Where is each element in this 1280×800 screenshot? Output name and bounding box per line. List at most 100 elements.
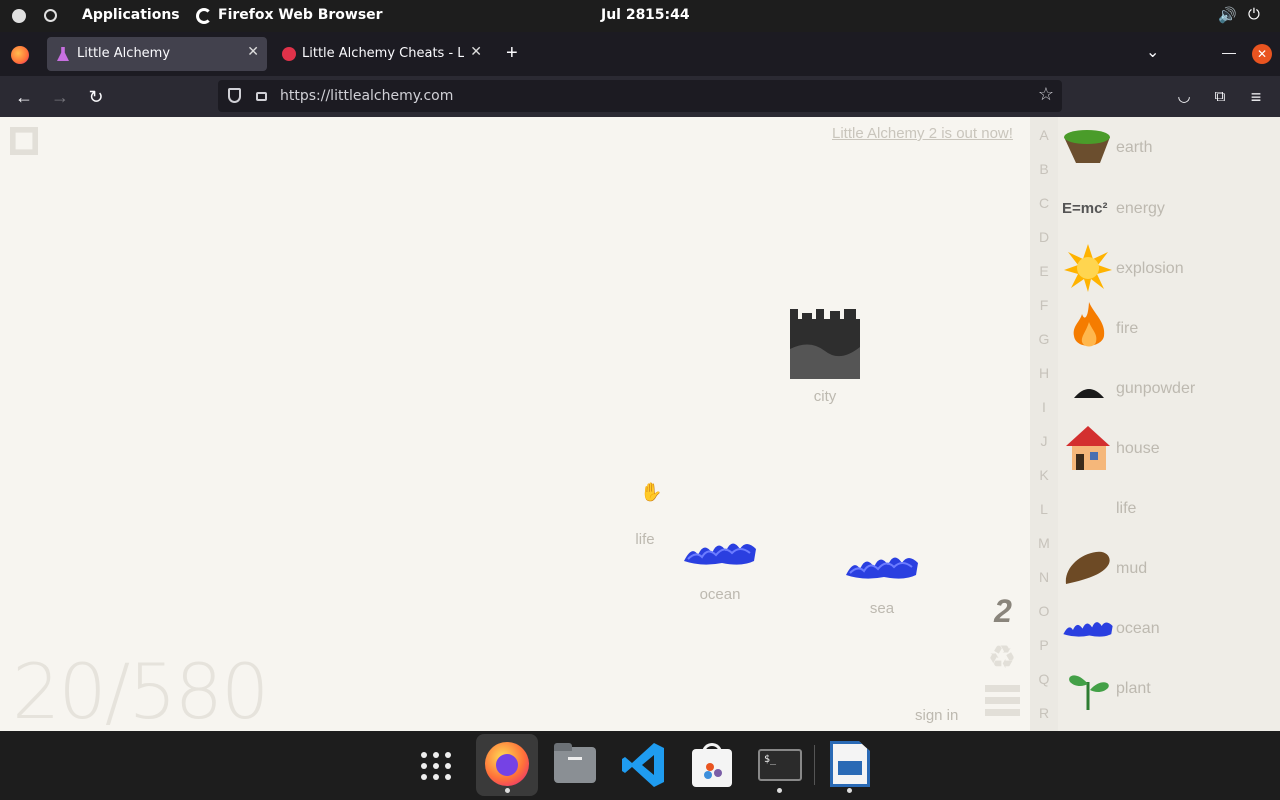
letter-l[interactable]: L bbox=[1030, 501, 1058, 517]
plant-icon bbox=[1069, 675, 1109, 710]
firefox-dock-icon[interactable] bbox=[476, 734, 538, 796]
library-item-gunpowder[interactable]: gunpowder bbox=[1062, 358, 1262, 418]
forward-arrow-icon[interactable]: → bbox=[48, 85, 72, 109]
firefox-menu-icon[interactable] bbox=[11, 46, 29, 64]
files-dock-icon[interactable] bbox=[550, 739, 602, 791]
hamburger-menu-icon[interactable]: ≡ bbox=[1244, 85, 1268, 109]
little-alchemy-page: Little Alchemy 2 is out now! city life o… bbox=[0, 117, 1280, 731]
minimize-icon[interactable]: — bbox=[1222, 44, 1236, 60]
library-item-earth[interactable]: earth bbox=[1062, 117, 1262, 177]
power-icon[interactable]: ⏻ bbox=[1248, 5, 1260, 23]
letter-g[interactable]: G bbox=[1030, 331, 1058, 347]
reload-icon[interactable]: ↻ bbox=[84, 85, 108, 109]
library-item-energy[interactable]: E=mc² energy bbox=[1062, 178, 1262, 238]
url-text[interactable]: https://littlealchemy.com bbox=[280, 88, 453, 104]
close-tab-icon[interactable]: ✕ bbox=[470, 44, 482, 60]
item-label: earth bbox=[1116, 139, 1153, 156]
dock: $_ bbox=[0, 731, 1280, 800]
url-bar[interactable]: https://littlealchemy.com ☆ bbox=[218, 80, 1062, 112]
letter-o[interactable]: O bbox=[1030, 603, 1058, 619]
library-item-house[interactable]: house bbox=[1062, 418, 1262, 478]
letter-r[interactable]: R bbox=[1030, 705, 1058, 721]
tab-label: Little Alchemy bbox=[77, 46, 171, 61]
library-item-mud[interactable]: mud bbox=[1062, 538, 1262, 598]
element-label: city bbox=[813, 388, 837, 405]
item-label: plant bbox=[1116, 680, 1151, 697]
workspace-element-ocean[interactable]: ocean bbox=[682, 535, 758, 603]
new-tab-icon[interactable]: + bbox=[506, 42, 518, 65]
letter-c[interactable]: C bbox=[1030, 195, 1058, 211]
letter-p[interactable]: P bbox=[1030, 637, 1058, 653]
letter-k[interactable]: K bbox=[1030, 467, 1058, 483]
vscode-dock-icon[interactable] bbox=[618, 739, 670, 791]
tracking-shield-icon[interactable] bbox=[228, 88, 241, 103]
terminal-dock-icon[interactable]: $_ bbox=[754, 739, 806, 793]
letter-e[interactable]: E bbox=[1030, 263, 1058, 279]
little-alchemy-logo-icon[interactable] bbox=[10, 127, 38, 155]
letter-b[interactable]: B bbox=[1030, 161, 1058, 177]
mud-icon bbox=[1065, 551, 1110, 584]
close-window-icon[interactable]: ✕ bbox=[1252, 44, 1272, 64]
little-alchemy-2-icon[interactable]: 2 bbox=[984, 593, 1022, 629]
applications-menu[interactable]: Applications bbox=[82, 7, 180, 23]
item-label: mud bbox=[1116, 560, 1148, 577]
lock-icon[interactable] bbox=[256, 92, 267, 101]
item-label: house bbox=[1116, 440, 1160, 457]
bookmark-star-icon[interactable]: ☆ bbox=[1038, 84, 1054, 105]
explosion-icon bbox=[1064, 244, 1112, 292]
workspace-element-life[interactable]: life bbox=[620, 531, 670, 548]
clock-time[interactable]: 15:44 bbox=[645, 7, 690, 23]
activities-dot-icon[interactable] bbox=[12, 9, 26, 23]
recycle-icon[interactable]: ♻ bbox=[984, 639, 1020, 675]
ocean-wave-icon bbox=[684, 543, 756, 565]
sign-in-link[interactable]: sign in bbox=[915, 707, 958, 724]
item-label: life bbox=[1116, 500, 1137, 517]
item-label: fire bbox=[1116, 320, 1139, 337]
system-top-bar: Applications Firefox Web Browser Jul 28 … bbox=[0, 0, 1280, 32]
workspace[interactable]: Little Alchemy 2 is out now! city life o… bbox=[0, 117, 1030, 731]
city-icon bbox=[790, 309, 860, 379]
active-app-name[interactable]: Firefox Web Browser bbox=[218, 7, 383, 23]
firefox-small-icon bbox=[196, 8, 212, 24]
letter-h[interactable]: H bbox=[1030, 365, 1058, 381]
tab-cheats[interactable]: Little Alchemy Cheats - List ✕ bbox=[272, 37, 490, 71]
close-tab-icon[interactable]: ✕ bbox=[247, 44, 259, 60]
workspace-ring-icon[interactable] bbox=[44, 9, 57, 22]
letter-j[interactable]: J bbox=[1030, 433, 1058, 449]
discovered-counter: 20/580 bbox=[12, 647, 269, 731]
letter-q[interactable]: Q bbox=[1030, 671, 1058, 687]
letter-i[interactable]: I bbox=[1030, 399, 1058, 415]
alphabet-index: A B C D E F G H I J K L M N O P Q R bbox=[1030, 117, 1058, 731]
app-center-dock-icon[interactable] bbox=[686, 739, 738, 791]
library-item-life[interactable]: life bbox=[1062, 478, 1262, 538]
show-apps-grid-icon[interactable] bbox=[410, 739, 462, 791]
tab-little-alchemy[interactable]: Little Alchemy ✕ bbox=[47, 37, 267, 71]
workspace-element-sea[interactable]: sea bbox=[844, 549, 920, 617]
volume-icon[interactable]: 🔊 bbox=[1218, 6, 1237, 24]
tab-label: Little Alchemy Cheats - List bbox=[302, 46, 464, 61]
element-label: ocean bbox=[699, 586, 741, 603]
hand-cursor-icon: ✋ bbox=[640, 482, 663, 502]
menu-lines-icon[interactable] bbox=[985, 685, 1020, 719]
gunpowder-icon bbox=[1074, 389, 1104, 398]
list-tabs-chevron-down-icon[interactable]: ⌄ bbox=[1146, 42, 1159, 62]
libreoffice-draw-dock-icon[interactable] bbox=[824, 739, 876, 793]
back-arrow-icon[interactable]: ← bbox=[12, 85, 36, 109]
pocket-icon[interactable]: ◡ bbox=[1172, 85, 1196, 109]
library-item-fire[interactable]: fire bbox=[1062, 298, 1262, 358]
library-item-plant[interactable]: plant bbox=[1062, 658, 1262, 718]
library-item-ocean[interactable]: ocean bbox=[1062, 598, 1262, 658]
sea-wave-icon bbox=[846, 557, 918, 579]
clock-date[interactable]: Jul 28 bbox=[601, 7, 645, 23]
house-icon bbox=[1066, 426, 1110, 470]
letter-m[interactable]: M bbox=[1030, 535, 1058, 551]
letter-a[interactable]: A bbox=[1030, 127, 1058, 143]
library-item-explosion[interactable]: explosion bbox=[1062, 238, 1262, 298]
promo-link[interactable]: Little Alchemy 2 is out now! bbox=[832, 125, 1013, 142]
cheats-favicon-icon bbox=[282, 47, 296, 61]
workspace-element-city[interactable]: city bbox=[790, 309, 860, 405]
letter-d[interactable]: D bbox=[1030, 229, 1058, 245]
letter-n[interactable]: N bbox=[1030, 569, 1058, 585]
extensions-icon[interactable]: ⧉ bbox=[1208, 85, 1232, 109]
letter-f[interactable]: F bbox=[1030, 297, 1058, 313]
